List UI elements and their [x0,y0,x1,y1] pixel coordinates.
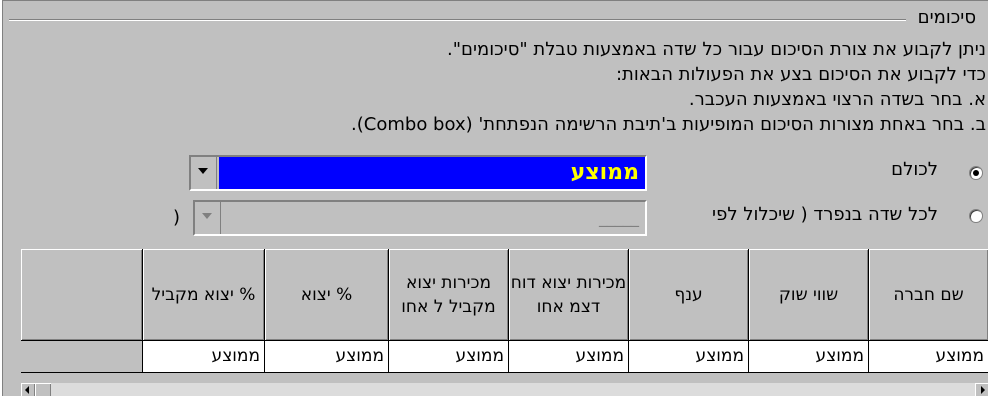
scroll-right-icon[interactable] [975,383,988,396]
instruction-line: כדי לקבוע את הסיכום בצע את הפעולות הבאות… [615,64,986,85]
summary-type-combo-each[interactable]: _____ [193,200,647,236]
scroll-left-icon[interactable] [21,383,35,396]
close-paren: ) [173,207,181,228]
table-cell[interactable]: ממוצע [869,341,988,373]
radio-all-label[interactable]: לכולם [891,159,938,180]
column-header-company[interactable]: שם חברה [869,249,988,341]
column-header-export-sales[interactable]: מכירות יצוא דוח דצמ אחו [509,249,629,341]
horizontal-scrollbar[interactable] [21,383,988,396]
column-header-export-percent[interactable]: % יצוא [265,249,389,341]
table-cell[interactable]: ממוצע [143,341,265,373]
radio-each[interactable] [969,209,983,223]
column-header-market-value[interactable]: שווי שוק [749,249,869,341]
table-cell[interactable]: ממוצע [509,341,629,373]
table-cell[interactable]: ממוצע [749,341,869,373]
scroll-thumb[interactable] [35,383,51,396]
instructions: ניתן לקבוע את צורת הסיכום עבור כל שדה בא… [6,37,986,137]
summary-table: שם חברה שווי שוק ענף מכירות יצוא דוח דצמ… [21,249,988,383]
table-cell[interactable]: ממוצע [265,341,389,373]
radio-each-label[interactable]: לכל שדה בנפרד ( שיכלול לפי [712,204,938,225]
group-title: סיכומים [913,7,980,28]
column-header-export-percent-parallel[interactable]: % יצוא מקביל [143,249,265,341]
table-cell[interactable]: ממוצע [629,341,749,373]
instruction-line: ב. בחר באחת מצורות הסיכום המופיעות ב'תיב… [351,114,986,135]
dropdown-arrow-icon[interactable] [191,157,217,189]
summaries-panel: סיכומים ניתן לקבוע את צורת הסיכום עבור כ… [2,0,988,396]
dropdown-arrow-icon[interactable] [195,202,221,234]
column-header-empty[interactable] [21,249,143,341]
radio-all[interactable] [969,166,983,180]
summary-type-combo-all[interactable]: ממוצע [189,155,647,191]
table-cell[interactable]: ממוצע [389,341,509,373]
column-header-sector[interactable]: ענף [629,249,749,341]
instruction-line: ניתן לקבוע את צורת הסיכום עבור כל שדה בא… [447,39,986,60]
column-header-export-sales-parallel[interactable]: מכירות יצוא מקביל ל אחו [389,249,509,341]
table-cell [21,341,143,373]
combo-value[interactable]: ממוצע [219,157,645,189]
instruction-line: א. בחר בשדה הרצוי באמצעות העכבר. [688,89,986,110]
combo-value[interactable]: _____ [223,202,645,234]
group-box-border [9,19,906,21]
